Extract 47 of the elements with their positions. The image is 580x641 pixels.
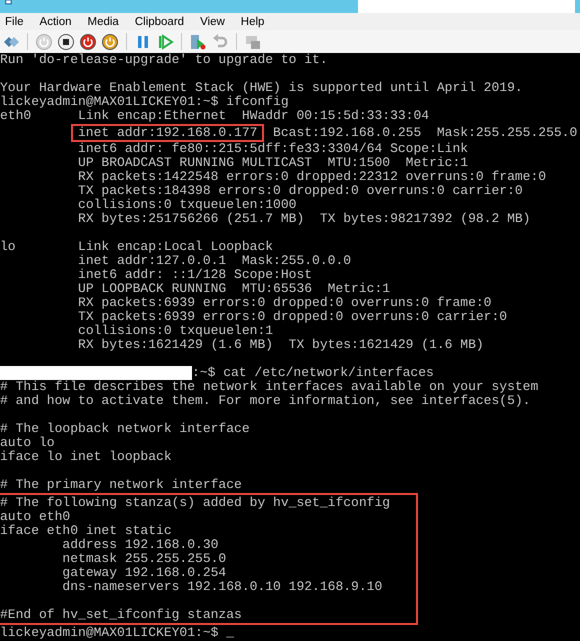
terminal-line: dns-nameservers 192.168.0.10 192.168.9.10 <box>61 580 384 594</box>
terminal-line: iface lo inet loopback <box>0 450 173 464</box>
terminal-line: collisions:0 txqueuelen:1 <box>77 324 274 338</box>
terminal-line: lo Link encap:Local Loopback <box>0 240 274 254</box>
terminal-line: UP LOOPBACK RUNNING MTU:65536 Metric:1 <box>77 282 392 296</box>
highlight-frame: inet addr:192.168.0.177 <box>71 124 264 142</box>
terminal-line: Your Hardware Enablement Stack (HWE) is supported until April 2019. <box>0 81 524 95</box>
play-icon[interactable] <box>156 32 174 50</box>
terminal-text: Bcast:192.168.0.255 Mask:255.255.255.0 <box>272 126 578 140</box>
terminal-line: gateway 192.168.0.254 <box>61 566 228 580</box>
terminal-line: inet6 addr: ::1/128 Scope:Host <box>77 268 314 282</box>
terminal-line: TX packets:184398 errors:0 dropped:0 overruns:0 carrier:0 <box>77 184 524 198</box>
terminal-line: inet6 addr: fe80::215:5dff:fe33:3304/64 Scope:Link <box>77 142 470 156</box>
terminal-line: collisions:0 txqueuelen:1000 <box>77 198 298 212</box>
terminal-line: auto lo <box>0 436 56 450</box>
terminal-line: inet addr:127.0.0.1 Mask:255.0.0.0 <box>77 254 352 268</box>
power-icon[interactable] <box>79 32 97 50</box>
stop-icon[interactable] <box>57 32 75 50</box>
terminal-line: # The loopback network interface <box>0 422 251 436</box>
terminal-text: :~$ cat /etc/network/interfaces <box>192 366 434 380</box>
terminal-line: # This file describes the network interfaces available on your system <box>0 380 540 394</box>
menu-item[interactable]: Help <box>238 16 272 28</box>
terminal-line: iface eth0 inet static <box>0 524 173 538</box>
menu-item[interactable]: Action <box>36 16 78 28</box>
checkpoint-icon[interactable] <box>189 32 207 50</box>
terminal-line: Run 'do-release-upgrade' to upgrade to it. <box>0 53 329 67</box>
terminal-line: #End of hv_set_ifconfig stanzas <box>0 608 243 622</box>
power-icon[interactable] <box>101 32 119 50</box>
menu-item[interactable]: Media <box>84 16 126 28</box>
terminal-line: RX bytes:1621429 (1.6 MB) TX bytes:1621429 (1.6 MB) <box>77 338 485 352</box>
terminal-line: eth0 Link encap:Ethernet HWaddr 00:15:5d:33:33:04 <box>0 109 430 123</box>
terminal-line: RX packets:1422548 errors:0 dropped:22312 overruns:0 frame:0 <box>77 170 548 184</box>
terminal-line: lickeyadmin@MAX01LICKEY01:~$ ifconfig <box>0 95 290 109</box>
terminal-line: lickeyadmin@MAX01LICKEY01:~$ _ <box>0 626 236 640</box>
terminal-line: auto eth0 <box>0 510 72 524</box>
terminal-line: UP BROADCAST RUNNING MULTICAST MTU:1500 Metric:1 <box>77 156 470 170</box>
terminal-line: # The primary network interface <box>0 478 243 492</box>
terminal-line: # The following stanza(s) added by hv_set_ifconfig <box>0 496 392 510</box>
menu-item[interactable]: View <box>197 16 232 28</box>
terminal-line: RX bytes:251756266 (251.7 MB) TX bytes:98217392 (98.2 MB) <box>77 212 532 226</box>
menu-item[interactable]: Clipboard <box>132 16 192 28</box>
terminal-line: TX packets:6939 errors:0 dropped:0 overruns:0 carrier:0 <box>77 310 508 324</box>
terminal-line: # and how to activate them. For more information, see interfaces(5). <box>0 394 532 408</box>
terminal-line: address 192.168.0.30 <box>61 538 220 552</box>
terminal-line: RX packets:6939 errors:0 dropped:0 overruns:0 frame:0 <box>77 296 492 310</box>
terminal-line: netmask 255.255.255.0 <box>61 552 228 566</box>
menu-item[interactable]: File <box>2 16 31 28</box>
